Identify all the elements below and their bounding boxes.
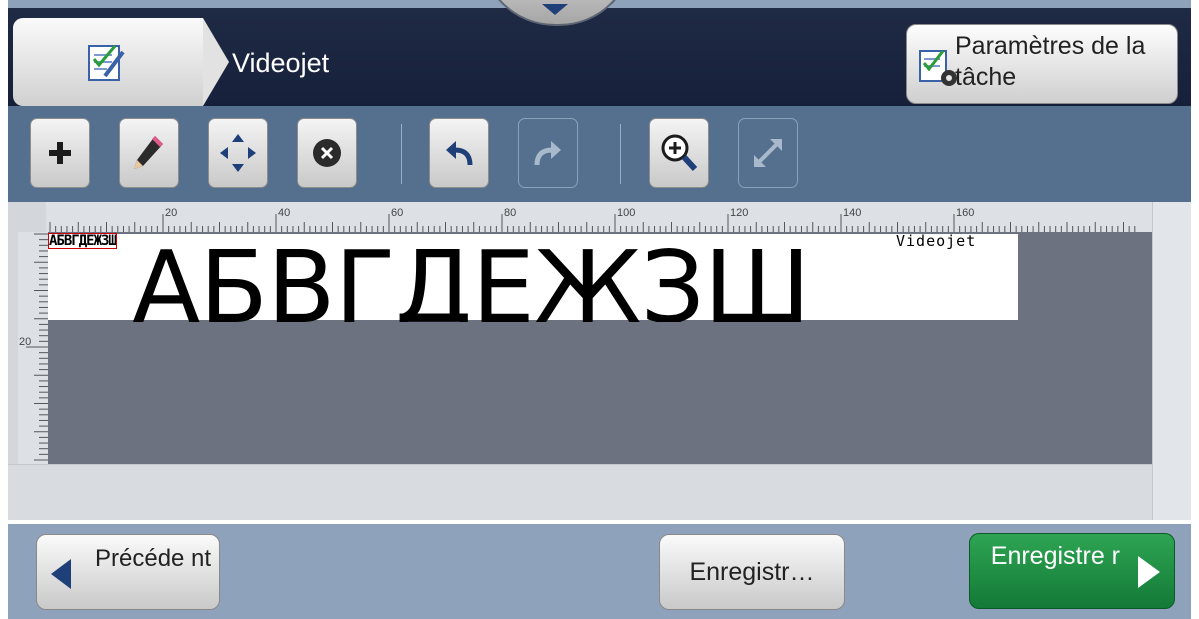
- footer-bar: Précéde nt Enregistr… Enregistre r: [8, 524, 1191, 619]
- previous-button[interactable]: Précéde nt: [36, 534, 220, 610]
- app-window: Videojet Paramètres de la tâche 20 40 60…: [8, 0, 1191, 619]
- save-and-next-button[interactable]: Enregistre r: [969, 533, 1175, 609]
- delete-field-button[interactable]: [297, 118, 357, 188]
- move-field-button[interactable]: [208, 118, 268, 188]
- toolbar-separator: [620, 124, 621, 184]
- vertical-ruler: 20: [18, 232, 48, 464]
- zoom-in-button[interactable]: [649, 118, 709, 188]
- plus-icon: [49, 142, 71, 164]
- print-area: АБВГДЕЖЗШ АБВГДЕЖЗШ Videojet: [48, 233, 1018, 322]
- zoom-in-icon: [661, 134, 698, 172]
- videojet-text-field[interactable]: Videojet: [896, 234, 976, 249]
- dropdown-tab[interactable]: [480, 0, 634, 26]
- ruler-label: 60: [391, 207, 403, 219]
- toolbar-separator: [401, 124, 402, 184]
- expand-icon: [754, 139, 782, 167]
- task-settings-icon: [919, 50, 957, 86]
- toolbar: [8, 106, 1191, 202]
- redo-icon: [534, 141, 561, 166]
- ruler-label: 20: [19, 336, 31, 348]
- job-parameters-button[interactable]: Paramètres de la tâche: [906, 24, 1178, 104]
- arrow-right-icon: [1138, 556, 1160, 588]
- vertical-scrollbar[interactable]: [1152, 202, 1191, 520]
- redo-button[interactable]: [518, 118, 578, 188]
- edit-field-button[interactable]: [119, 118, 179, 188]
- ruler-label: 80: [504, 207, 516, 219]
- chevron-down-icon: [542, 4, 568, 15]
- undo-button[interactable]: [429, 118, 489, 188]
- ruler-label: 40: [278, 207, 290, 219]
- pencil-icon: [134, 136, 163, 169]
- save-button[interactable]: Enregistr…: [659, 534, 845, 610]
- page-title: Videojet: [232, 48, 330, 78]
- ruler-label: 20: [165, 207, 177, 219]
- selected-text-field[interactable]: АБВГДЕЖЗШ: [48, 233, 117, 249]
- job-parameters-label: Paramètres de la tâche: [955, 32, 1146, 91]
- ruler-label: 160: [956, 207, 974, 219]
- header-bar: Videojet Paramètres de la tâche: [8, 0, 1191, 106]
- add-field-button[interactable]: [30, 118, 90, 188]
- undo-icon: [446, 141, 473, 166]
- large-text-field[interactable]: АБВГДЕЖЗШ: [132, 234, 892, 322]
- save-and-next-label: Enregistre r: [990, 542, 1120, 570]
- horizontal-scrollbar[interactable]: [8, 464, 1152, 521]
- task-edit-icon: [88, 45, 125, 81]
- move-icon: [220, 134, 256, 172]
- breadcrumb-home-button[interactable]: [13, 18, 229, 106]
- previous-label: Précéde nt: [95, 545, 212, 572]
- ruler-label: 140: [843, 207, 861, 219]
- delete-icon: [313, 139, 341, 167]
- message-editor-canvas: 20 40 60 80 100 120 140 160 20 АБВГДЕЖЗШ АБВГДЕ…: [8, 202, 1191, 521]
- workspace[interactable]: АБВГДЕЖЗШ АБВГДЕЖЗШ Videojet: [48, 232, 1152, 464]
- horizontal-ruler: 20 40 60 80 100 120 140 160: [46, 202, 1152, 232]
- save-label: Enregistr…: [689, 557, 815, 586]
- ruler-label: 120: [730, 207, 748, 219]
- ruler-label: 100: [617, 207, 635, 219]
- arrow-left-icon: [51, 559, 71, 589]
- fit-to-screen-button[interactable]: [738, 118, 798, 188]
